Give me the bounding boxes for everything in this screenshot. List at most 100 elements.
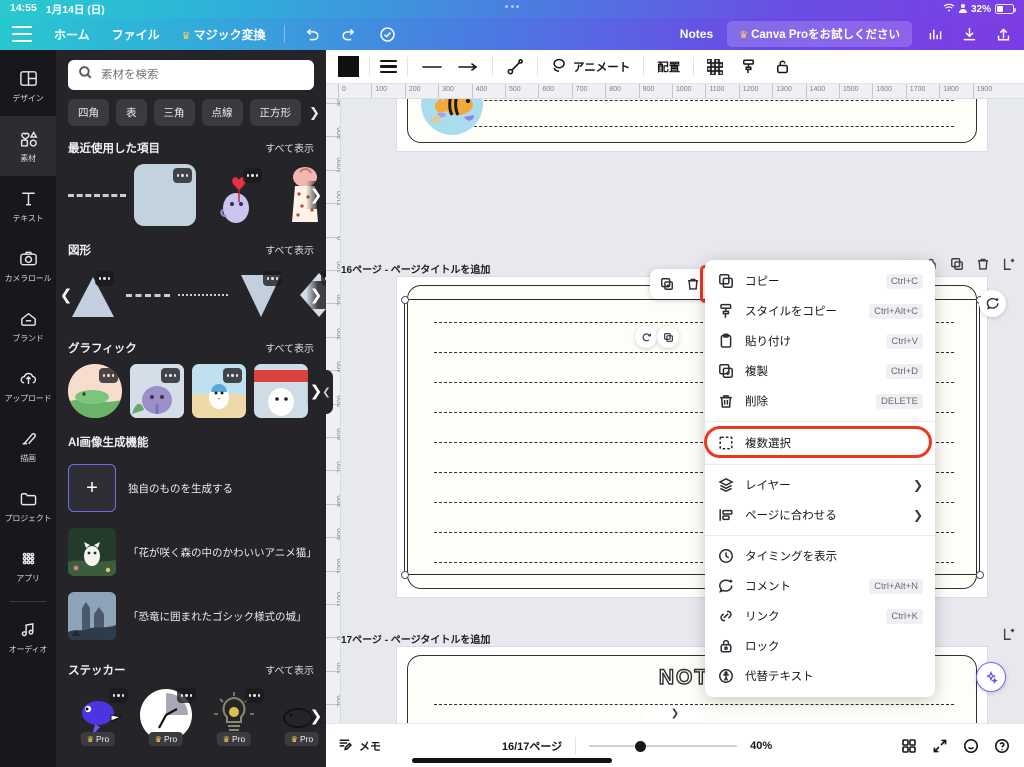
sidebar-item-upload[interactable]: アップロード — [0, 356, 56, 416]
sidebar-item-elements[interactable]: 素材 — [0, 116, 56, 176]
menu-item-duplicate[interactable]: 複製 Ctrl+D — [705, 356, 935, 386]
carousel-prev-button[interactable]: ❮ — [56, 281, 76, 309]
see-all-link[interactable]: すべて表示 — [265, 242, 314, 257]
see-all-link[interactable]: すべて表示 — [265, 340, 314, 355]
redo-icon[interactable] — [339, 23, 361, 45]
canva-pro-trial-button[interactable]: ♛ Canva Proをお試しください — [727, 21, 912, 47]
more-dots-icon[interactable] — [243, 168, 262, 183]
more-dots-icon[interactable] — [173, 168, 192, 183]
solid-line-icon[interactable] — [418, 62, 446, 72]
menu-item-copy-style[interactable]: スタイルをコピー Ctrl+Alt+C — [705, 296, 935, 326]
list-item[interactable] — [236, 267, 286, 323]
see-all-link[interactable]: すべて表示 — [265, 662, 314, 677]
hamburger-icon[interactable] — [12, 26, 32, 42]
list-item[interactable] — [68, 165, 126, 225]
add-page-icon[interactable] — [1002, 257, 1016, 271]
ai-generate-own-button[interactable]: + 独自のものを生成する — [56, 456, 326, 520]
zoom-slider-thumb[interactable] — [635, 740, 647, 752]
list-item[interactable] — [192, 364, 246, 418]
menu-item-link[interactable]: リンク Ctrl+K — [705, 601, 935, 631]
resize-handle-bl[interactable] — [400, 570, 409, 579]
chip-table[interactable]: 表 — [116, 99, 147, 126]
sidebar-item-text[interactable]: テキスト — [0, 176, 56, 236]
list-item[interactable] — [254, 364, 308, 418]
list-item[interactable] — [134, 164, 196, 226]
menu-item-delete[interactable]: 削除 DELETE — [705, 386, 935, 416]
resize-handle-br[interactable] — [975, 570, 984, 579]
magic-studio-fab[interactable] — [976, 662, 1006, 692]
add-comment-fab[interactable] — [979, 290, 1006, 317]
resize-handle-tl[interactable] — [400, 295, 409, 304]
more-dots-icon[interactable] — [223, 368, 242, 383]
notes-button[interactable]: メモ — [338, 737, 381, 755]
see-all-link[interactable]: すべて表示 — [265, 140, 314, 155]
more-dots-icon[interactable] — [99, 368, 118, 383]
chip-square-rect[interactable]: 四角 — [68, 99, 109, 126]
list-item[interactable] — [68, 364, 122, 418]
arrow-line-icon[interactable] — [454, 62, 482, 72]
list-item[interactable] — [204, 164, 266, 226]
carousel-next-button[interactable]: ❯ — [306, 181, 326, 209]
topbar-item-home[interactable]: ホーム — [54, 26, 90, 43]
lock-open-icon[interactable] — [771, 58, 794, 75]
carousel-next-button[interactable]: ❯ — [306, 702, 326, 730]
list-item[interactable] — [126, 265, 170, 325]
menu-item-paste[interactable]: 貼り付け Ctrl+V — [705, 326, 935, 356]
carousel-next-button[interactable]: ❯ — [306, 281, 326, 309]
page-counter[interactable]: 16/17ページ — [502, 738, 562, 754]
more-dots-icon[interactable] — [177, 688, 196, 703]
sidebar-item-brand[interactable]: ブランド — [0, 296, 56, 356]
sidebar-item-audio[interactable]: オーディオ — [0, 607, 56, 667]
chip-triangle[interactable]: 三角 — [153, 99, 195, 126]
menu-item-multi-select[interactable]: 複数選択 — [705, 427, 935, 459]
ai-prompt-castle[interactable]: 「恐竜に囲まれたゴシック様式の城」 — [56, 584, 326, 648]
menu-item-show-timing[interactable]: タイミングを表示 — [705, 541, 935, 571]
menu-item-copy[interactable]: コピー Ctrl+C — [705, 266, 935, 296]
more-dots-icon[interactable] — [109, 688, 128, 703]
zoom-level[interactable]: 40% — [750, 740, 780, 752]
more-dots-icon[interactable] — [161, 368, 180, 383]
fullscreen-icon[interactable] — [932, 738, 948, 754]
help-icon[interactable] — [994, 738, 1010, 754]
add-page-icon[interactable] — [1002, 627, 1016, 641]
share-icon[interactable] — [992, 23, 1014, 45]
list-item[interactable]: ♛ Pro — [136, 686, 196, 746]
more-dots-icon[interactable] — [95, 271, 114, 286]
list-item[interactable] — [130, 364, 184, 418]
animate-button[interactable]: アニメート — [548, 57, 633, 77]
panel-collapse-handle[interactable]: ❮ — [320, 370, 333, 414]
chip-square[interactable]: 正方形 — [249, 99, 301, 126]
list-item[interactable]: ♛ Pro — [204, 686, 264, 746]
line-draw-icon[interactable] — [503, 58, 527, 76]
transparency-icon[interactable] — [704, 58, 726, 75]
topbar-item-magic-switch[interactable]: ♛ マジック変換 — [182, 26, 266, 43]
sidebar-item-draw[interactable]: 描画 — [0, 416, 56, 476]
download-icon[interactable] — [958, 23, 980, 45]
copy-style-icon[interactable] — [737, 58, 760, 75]
sidebar-item-camera-roll[interactable]: カメラロール — [0, 236, 56, 296]
grid-view-icon[interactable] — [901, 738, 917, 754]
menu-item-fit-to-page[interactable]: ページに合わせる ❯ — [705, 500, 935, 530]
sidebar-item-design[interactable]: デザイン — [0, 56, 56, 116]
notes-button[interactable]: Notes — [680, 27, 713, 41]
duplicate-button[interactable] — [655, 272, 679, 296]
trash-icon[interactable] — [976, 257, 990, 271]
insights-icon[interactable] — [924, 23, 946, 45]
color-swatch-button[interactable] — [338, 56, 359, 77]
zoom-slider[interactable] — [589, 739, 738, 753]
search-box[interactable] — [68, 60, 314, 90]
more-dots-icon[interactable] — [263, 271, 282, 286]
menu-item-lock[interactable]: ロック — [705, 631, 935, 661]
notes-expand-chevron[interactable]: ❯ — [645, 705, 705, 721]
topbar-item-file[interactable]: ファイル — [112, 26, 160, 43]
chip-dotted-line[interactable]: 点線 — [201, 99, 243, 126]
menu-item-layers[interactable]: レイヤー ❯ — [705, 470, 935, 500]
duplicate-handle[interactable] — [657, 326, 679, 348]
sidebar-item-projects[interactable]: プロジェクト — [0, 476, 56, 536]
face-icon[interactable] — [963, 738, 979, 754]
position-button[interactable]: 配置 — [654, 59, 683, 75]
menu-item-comment[interactable]: コメント Ctrl+Alt+N — [705, 571, 935, 601]
search-input[interactable] — [101, 69, 304, 81]
more-dots-icon[interactable] — [245, 688, 264, 703]
sidebar-item-apps[interactable]: アプリ — [0, 536, 56, 596]
